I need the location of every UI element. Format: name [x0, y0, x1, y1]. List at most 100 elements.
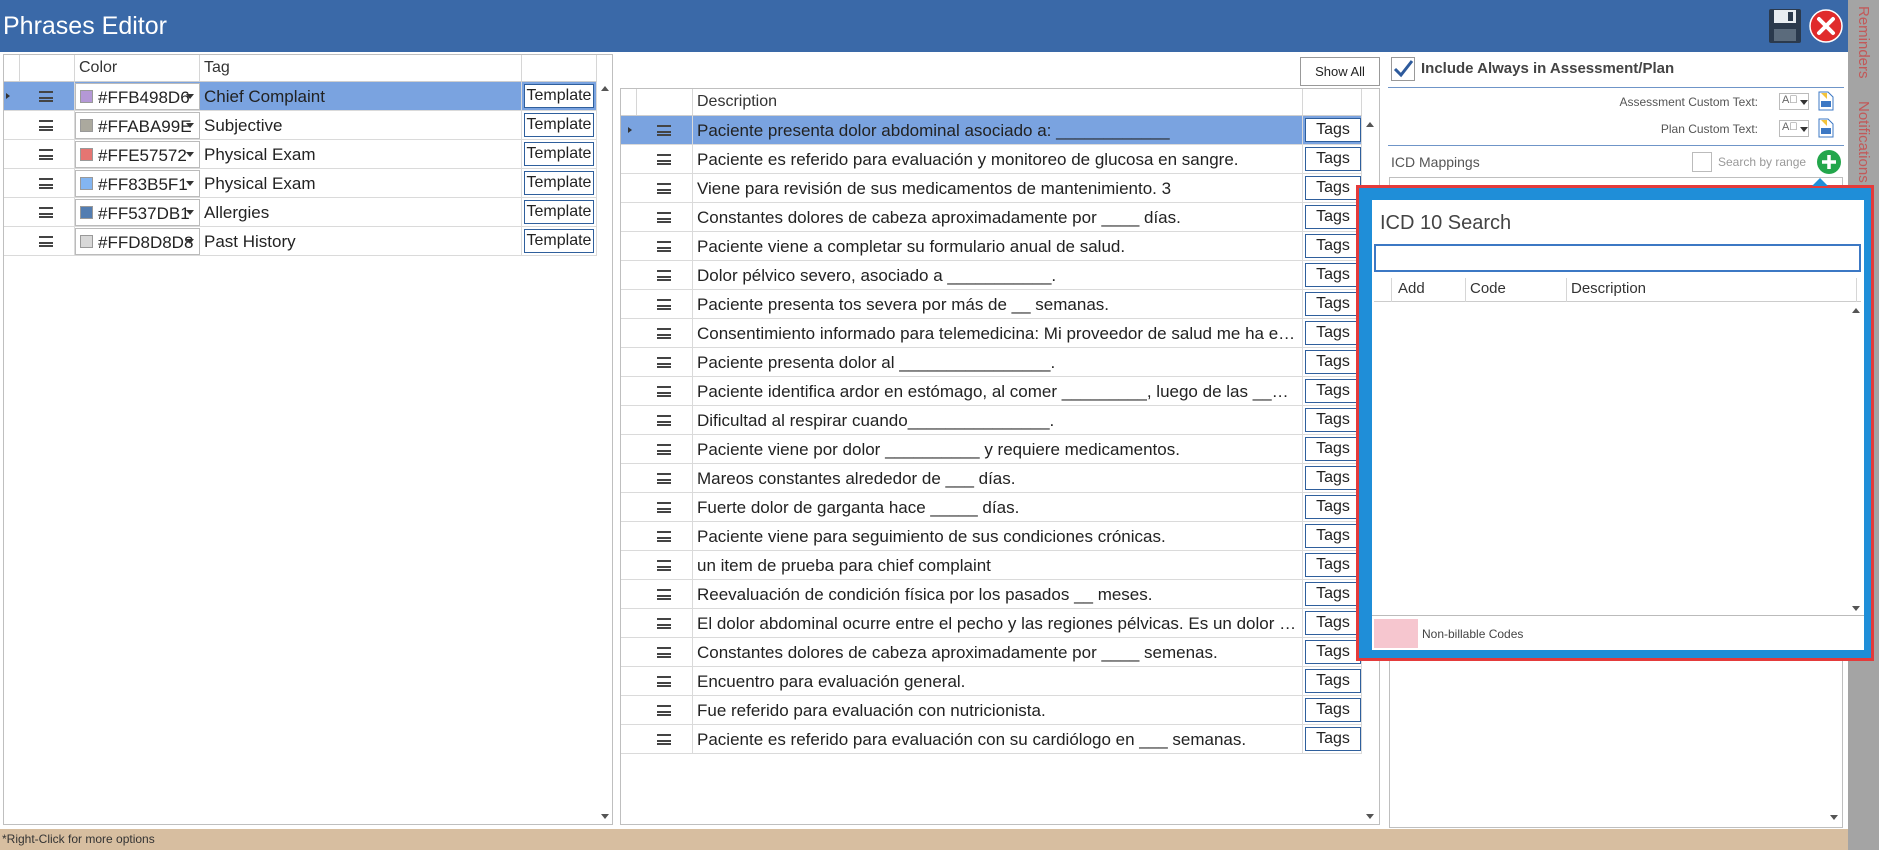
phrase-description[interactable]: Encuentro para evaluación general.	[693, 667, 1303, 696]
color-picker[interactable]: #FFB498D6	[75, 83, 200, 110]
tags-button[interactable]: Tags	[1305, 495, 1361, 519]
phrase-row[interactable]: un item de prueba para chief complaint Ta…	[621, 551, 1362, 580]
phrase-description[interactable]: Constantes dolores de cabeza aproximadam…	[693, 638, 1303, 667]
plan-doc-icon[interactable]	[1818, 118, 1834, 138]
add-column-header[interactable]: Add	[1392, 278, 1466, 302]
add-mapping-icon[interactable]	[1816, 149, 1842, 175]
drag-handle-cell[interactable]	[637, 319, 693, 348]
drag-handle-icon[interactable]	[657, 502, 671, 513]
tags-button[interactable]: Tags	[1305, 263, 1361, 287]
drag-handle-cell[interactable]	[20, 82, 75, 111]
assessment-doc-icon[interactable]	[1818, 91, 1834, 111]
tag-name[interactable]: Allergies	[200, 198, 522, 227]
phrase-description[interactable]: Reevaluación de condición física por los…	[693, 580, 1303, 609]
drag-handle-cell[interactable]	[637, 406, 693, 435]
template-button[interactable]: Template	[524, 142, 594, 166]
drag-handle-icon[interactable]	[657, 386, 671, 397]
tag-row[interactable]: #FF537DB1 Allergies Template	[4, 198, 597, 227]
template-button[interactable]: Template	[524, 113, 594, 137]
drag-handle-cell[interactable]	[637, 116, 693, 145]
phrase-row[interactable]: Paciente identifica ardor en estómago, a…	[621, 377, 1362, 406]
phrase-description[interactable]: Paciente es referido para evaluación y m…	[693, 145, 1303, 174]
tags-button[interactable]: Tags	[1305, 408, 1361, 432]
phrase-row[interactable]: Paciente viene para seguimiento de sus c…	[621, 522, 1362, 551]
drag-handle-icon[interactable]	[657, 618, 671, 629]
mappings-scroll-down-icon[interactable]	[1830, 815, 1838, 820]
tags-button[interactable]: Tags	[1305, 524, 1361, 548]
drag-handle-cell[interactable]	[637, 464, 693, 493]
drag-handle-cell[interactable]	[637, 638, 693, 667]
show-all-button[interactable]: Show All	[1300, 57, 1380, 86]
color-picker[interactable]: #FFABA99E	[75, 112, 200, 139]
phrase-row[interactable]: Dificultad al respirar cuando___________…	[621, 406, 1362, 435]
drag-handle-icon[interactable]	[657, 241, 671, 252]
phrase-description[interactable]: El dolor abdominal ocurre entre el pecho…	[693, 609, 1303, 638]
drag-handle-icon[interactable]	[657, 444, 671, 455]
tag-row[interactable]: #FF83B5F1 Physical Exam Template	[4, 169, 597, 198]
drag-handle-cell[interactable]	[637, 522, 693, 551]
drag-handle-cell[interactable]	[637, 174, 693, 203]
drag-handle-icon[interactable]	[657, 299, 671, 310]
description-column-header[interactable]: Description	[693, 89, 1303, 115]
drag-handle-icon[interactable]	[657, 212, 671, 223]
drag-handle-cell[interactable]	[637, 232, 693, 261]
search-by-range-checkbox[interactable]	[1692, 152, 1712, 172]
drag-handle-cell[interactable]	[637, 580, 693, 609]
code-column-header[interactable]: Code	[1466, 278, 1567, 302]
tags-button[interactable]: Tags	[1305, 727, 1361, 751]
phrase-description[interactable]: Mareos constantes alrededor de ___ días.	[693, 464, 1303, 493]
drag-handle-icon[interactable]	[657, 183, 671, 194]
tags-button[interactable]: Tags	[1305, 292, 1361, 316]
tags-button[interactable]: Tags	[1305, 118, 1361, 142]
drag-handle-icon[interactable]	[39, 149, 53, 160]
drag-handle-cell[interactable]	[637, 290, 693, 319]
drag-handle-icon[interactable]	[657, 270, 671, 281]
tags-button[interactable]: Tags	[1305, 698, 1361, 722]
phrase-row[interactable]: Viene para revisión de sus medicamentos …	[621, 174, 1362, 203]
phrase-row[interactable]: Reevaluación de condición física por los…	[621, 580, 1362, 609]
drag-handle-cell[interactable]	[20, 111, 75, 140]
drag-handle-icon[interactable]	[657, 560, 671, 571]
tags-button[interactable]: Tags	[1305, 350, 1361, 374]
drag-handle-icon[interactable]	[657, 647, 671, 658]
tab-notifications[interactable]: Notifications	[1848, 95, 1879, 185]
drag-handle-icon[interactable]	[657, 415, 671, 426]
drag-handle-icon[interactable]	[657, 705, 671, 716]
tags-button[interactable]: Tags	[1305, 582, 1361, 606]
phrase-description[interactable]: Paciente viene por dolor __________ y re…	[693, 435, 1303, 464]
drag-handle-icon[interactable]	[657, 473, 671, 484]
phrase-description[interactable]: un item de prueba para chief complaint	[693, 551, 1303, 580]
tag-name[interactable]: Physical Exam	[200, 169, 522, 198]
tag-row[interactable]: #FFABA99E Subjective Template	[4, 111, 597, 140]
drag-handle-icon[interactable]	[657, 154, 671, 165]
drag-handle-cell[interactable]	[637, 696, 693, 725]
tag-row[interactable]: #FFE57572 Physical Exam Template	[4, 140, 597, 169]
tab-reminders[interactable]: Reminders	[1848, 0, 1879, 88]
plan-custom-text-dropdown[interactable]: A⃞	[1779, 120, 1809, 137]
phrase-description[interactable]: Constantes dolores de cabeza aproximadam…	[693, 203, 1303, 232]
tags-scroll-up-icon[interactable]	[601, 86, 609, 91]
phrase-row[interactable]: Paciente viene a completar su formulario…	[621, 232, 1362, 261]
drag-handle-icon[interactable]	[39, 120, 53, 131]
phrase-row[interactable]: Paciente presenta dolor abdominal asocia…	[621, 116, 1362, 145]
tags-button[interactable]: Tags	[1305, 640, 1361, 664]
phrase-row[interactable]: Dolor pélvico severo, asociado a _______…	[621, 261, 1362, 290]
color-picker[interactable]: #FF83B5F1	[75, 170, 200, 197]
phrase-row[interactable]: Paciente es referido para evaluación con…	[621, 725, 1362, 754]
drag-handle-icon[interactable]	[657, 531, 671, 542]
tag-column-header[interactable]: Tag	[200, 55, 522, 81]
phrase-description[interactable]: Paciente presenta dolor abdominal asocia…	[693, 116, 1303, 145]
template-button[interactable]: Template	[524, 229, 594, 253]
tags-button[interactable]: Tags	[1305, 234, 1361, 258]
tags-button[interactable]: Tags	[1305, 205, 1361, 229]
tag-name[interactable]: Chief Complaint	[200, 82, 522, 111]
drag-handle-cell[interactable]	[20, 169, 75, 198]
tags-button[interactable]: Tags	[1305, 321, 1361, 345]
color-picker[interactable]: #FF537DB1	[75, 199, 200, 226]
tags-button[interactable]: Tags	[1305, 176, 1361, 200]
tag-name[interactable]: Past History	[200, 227, 522, 256]
tag-row[interactable]: #FFB498D6 Chief Complaint Template	[4, 82, 597, 111]
phrase-description[interactable]: Paciente presenta dolor al _____________…	[693, 348, 1303, 377]
drag-handle-cell[interactable]	[637, 261, 693, 290]
drag-handle-cell[interactable]	[637, 493, 693, 522]
